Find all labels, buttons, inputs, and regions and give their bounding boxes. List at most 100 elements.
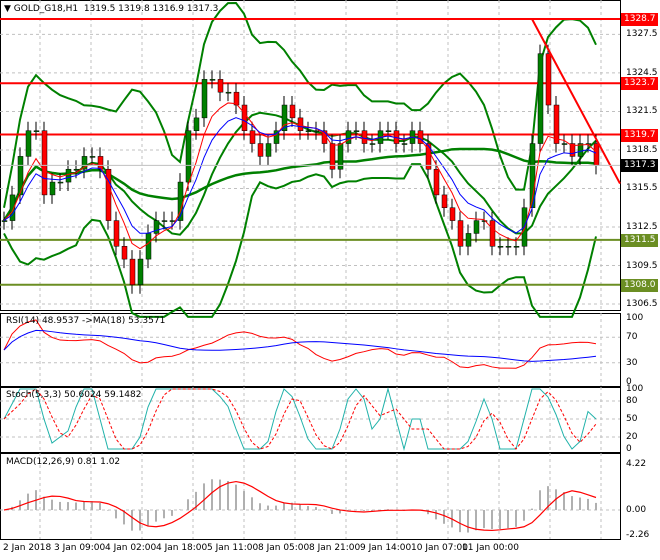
- candle: [593, 143, 600, 166]
- candle: [73, 168, 80, 171]
- price-axis-label: 1309.5: [626, 260, 658, 271]
- level-price-tag: 1311.5: [621, 233, 658, 247]
- macd-title: MACD(12,26,9) 0.81 1.02: [6, 457, 121, 467]
- candle: [361, 130, 368, 144]
- stoch-axis-label: 0: [626, 444, 632, 454]
- candle: [89, 156, 96, 158]
- candle: [537, 53, 544, 144]
- candle: [113, 220, 120, 247]
- stoch-axis-label: 50: [626, 414, 638, 424]
- candle: [513, 246, 520, 248]
- candle: [561, 143, 568, 145]
- candle: [369, 143, 376, 145]
- level-price-tag: 1328.7: [621, 13, 658, 26]
- candle: [449, 207, 456, 221]
- time-axis-label: 4 Jan 18:00: [156, 543, 208, 553]
- candle: [209, 79, 216, 81]
- candle: [153, 220, 160, 234]
- candle: [345, 130, 352, 144]
- time-axis-label: 10 Jan 07:00: [411, 543, 468, 553]
- rsi-title: RSI(14) 48.9537 ->MA(18) 53.3571: [6, 316, 166, 326]
- candle: [33, 130, 40, 132]
- time-axis-label: 2 Jan 2018: [3, 543, 52, 553]
- stoch-axis-label: 80: [626, 396, 638, 406]
- rsi-ma-line: [3, 329, 597, 362]
- macd-axis-label: 4.22: [626, 458, 647, 469]
- current-price-tag: 1317.3: [621, 159, 658, 173]
- price-axis-label: 1312.5: [626, 222, 658, 232]
- collapse-triangle-icon[interactable]: ▼: [4, 4, 11, 14]
- level-price-tag: 1319.7: [621, 128, 658, 142]
- price-axis-label: 1306.5: [626, 299, 658, 310]
- candle: [25, 130, 32, 157]
- level-price-tag: 1323.7: [621, 77, 658, 91]
- level-price-tag: 1308.0: [621, 278, 658, 292]
- candle: [545, 53, 552, 106]
- candle: [17, 156, 24, 196]
- candle: [465, 233, 472, 247]
- candle: [241, 104, 248, 131]
- time-axis-label: 4 Jan 02:00: [105, 543, 157, 553]
- candle: [137, 258, 144, 286]
- rsi-line: [3, 319, 597, 369]
- rsi-axis-label: 30: [626, 357, 638, 368]
- long-ma: [2, 147, 597, 222]
- candle: [401, 143, 408, 145]
- candle: [385, 130, 392, 132]
- candle: [65, 168, 72, 183]
- time-axis-label: 5 Jan 11:00: [207, 543, 259, 553]
- price-axis-label: 1321.5: [626, 106, 658, 117]
- ohlc-values: 1319.5 1319.8 1316.9 1317.3: [83, 4, 219, 14]
- price-axis-label: 1315.5: [626, 183, 658, 194]
- trend-line: [531, 18, 621, 185]
- panel-frame: [0, 0, 621, 311]
- chart-canvas[interactable]: [0, 0, 660, 560]
- candle: [505, 246, 512, 248]
- symbol-label: GOLD_G18,H1: [13, 4, 79, 14]
- stoch-title: Stoch(5,3,3) 50.6024 59.1482: [6, 390, 142, 400]
- macd-axis-label: -2.26: [626, 529, 650, 540]
- candle: [305, 130, 312, 132]
- candle: [553, 104, 560, 144]
- macd-axis-label: 0.00: [626, 505, 647, 515]
- candle: [161, 220, 168, 222]
- price-axis-label: 1318.5: [626, 144, 658, 155]
- candle: [169, 220, 176, 222]
- time-axis-label: 8 Jan 05:00: [258, 543, 310, 553]
- candle: [217, 79, 224, 93]
- candle: [57, 181, 64, 184]
- candle: [433, 168, 440, 196]
- time-axis-label: 11 Jan 00:00: [462, 543, 519, 553]
- bollinger-upper: [3, 2, 597, 208]
- candle: [249, 130, 256, 144]
- candle: [41, 130, 48, 196]
- candle: [49, 181, 56, 196]
- time-axis-label: 3 Jan 09:00: [54, 543, 106, 553]
- candle: [289, 104, 296, 119]
- candle: [265, 143, 272, 157]
- time-axis-label: 8 Jan 21:00: [309, 543, 361, 553]
- candle: [457, 220, 464, 247]
- candle: [105, 168, 112, 221]
- price-axis-label: 1327.5: [626, 29, 658, 40]
- candle: [353, 130, 360, 132]
- candle: [145, 233, 152, 260]
- candle: [489, 220, 496, 247]
- candle: [473, 220, 480, 234]
- candle: [497, 246, 504, 248]
- time-axis-label: 9 Jan 14:00: [360, 543, 412, 553]
- candle: [129, 258, 136, 286]
- candle: [441, 194, 448, 208]
- candle: [201, 79, 208, 119]
- candle: [313, 130, 320, 132]
- candle: [225, 91, 232, 94]
- rsi-axis-label: 70: [626, 332, 638, 343]
- stoch-axis-label: 20: [626, 432, 638, 442]
- candle: [297, 117, 304, 131]
- candle: [121, 246, 128, 260]
- candle: [257, 143, 264, 157]
- stoch-axis-label: 100: [626, 384, 644, 394]
- chart-header: ▼ GOLD_G18,H1 1319.5 1319.8 1316.9 1317.…: [4, 4, 218, 14]
- candle: [193, 117, 200, 131]
- candle: [185, 130, 192, 183]
